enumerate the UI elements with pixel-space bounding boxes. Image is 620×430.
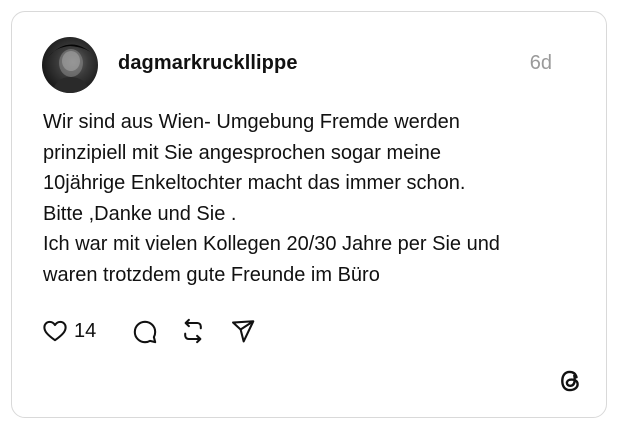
post-line: Bitte ,Danke und Sie . <box>43 202 237 225</box>
share-icon <box>232 320 255 343</box>
post-body: Wir sind aus Wien- Umgebung Fremde werde… <box>43 107 583 290</box>
heart-icon <box>43 320 67 342</box>
post-timestamp: 6d <box>529 52 552 74</box>
repost-icon <box>184 318 202 344</box>
avatar[interactable] <box>42 37 98 93</box>
threads-logo-icon[interactable] <box>556 366 586 396</box>
post-line: prinzipiell mit Sie angesprochen sogar m… <box>43 141 441 164</box>
post-line: waren trotzdem gute Freunde im Büro <box>43 263 380 286</box>
comment-button[interactable] <box>132 316 158 346</box>
username[interactable]: dagmarkruckllippe <box>118 52 298 75</box>
post-line: Ich war mit vielen Kollegen 20/30 Jahre … <box>43 233 500 255</box>
like-count: 14 <box>74 319 97 342</box>
comment-icon <box>133 320 157 344</box>
share-button[interactable] <box>230 316 256 346</box>
post-line: Wir sind aus Wien- Umgebung Fremde werde… <box>43 111 460 133</box>
repost-button[interactable] <box>180 316 206 346</box>
post-line: 10jährige Enkeltochter macht das immer s… <box>43 172 466 194</box>
like-button[interactable]: 14 <box>42 316 96 346</box>
post-card: dagmarkruckllippe 6d Wir sind aus Wien- … <box>11 11 607 418</box>
